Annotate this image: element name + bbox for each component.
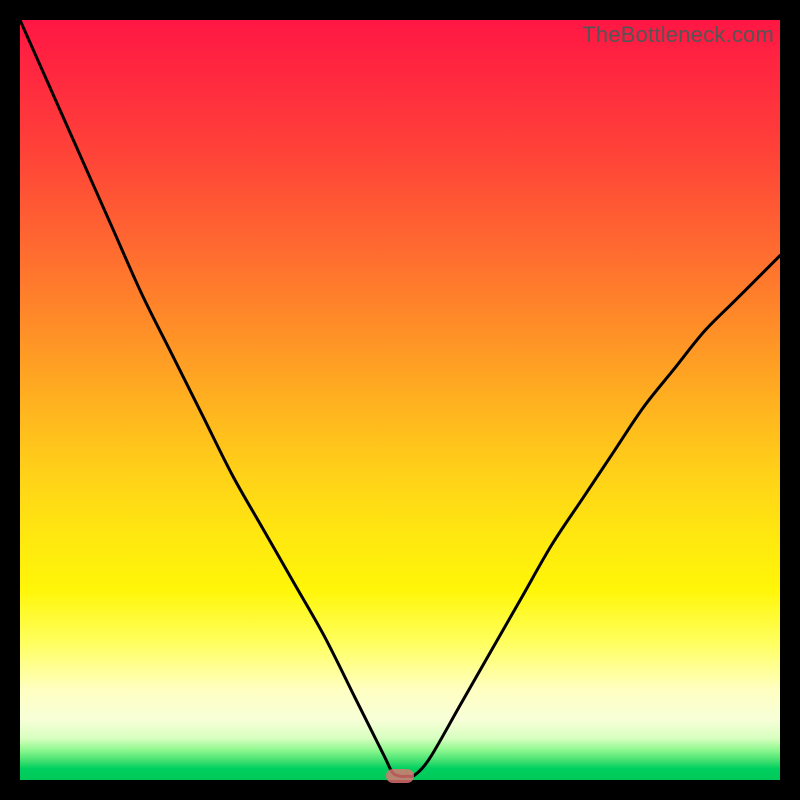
minimum-marker — [386, 769, 414, 783]
bottleneck-curve — [20, 20, 780, 780]
watermark-label: TheBottleneck.com — [582, 22, 774, 48]
plot-area: TheBottleneck.com — [20, 20, 780, 780]
chart-frame: TheBottleneck.com — [0, 0, 800, 800]
